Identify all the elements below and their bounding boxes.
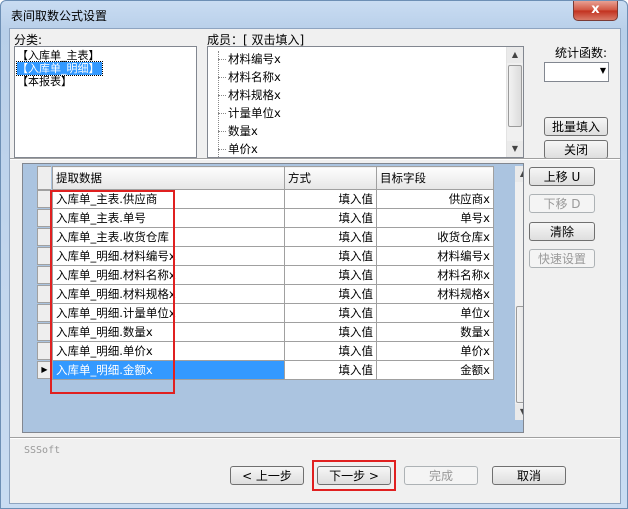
cell-mode[interactable]: 填入值 xyxy=(284,284,377,304)
batch-fill-button[interactable]: 批量填入 xyxy=(544,117,608,136)
cell-target[interactable]: 单位x xyxy=(376,303,494,323)
title-bar[interactable]: 表间取数公式设置 x xyxy=(1,1,627,27)
member-item[interactable]: 材料编号x xyxy=(228,50,281,68)
cell-mode[interactable]: 填入值 xyxy=(284,360,377,380)
category-list[interactable]: 【入库单_主表】 【入库单_明细】 【本报表】 xyxy=(14,46,197,158)
cell-mode[interactable]: 填入值 xyxy=(284,246,377,266)
cell-target[interactable]: 单价x xyxy=(376,341,494,361)
close-button[interactable]: 关闭 xyxy=(544,140,608,159)
grid-scrollbar[interactable]: ▲ ▼ xyxy=(515,166,523,420)
brand-label: SSSoft xyxy=(24,445,61,456)
scroll-down-icon[interactable]: ▼ xyxy=(507,141,523,157)
members-tree[interactable]: 材料编号x 材料名称x 材料规格x 计量单位x 数量x 单价x ▲ ▼ xyxy=(207,46,524,158)
cell-target[interactable]: 单号x xyxy=(376,208,494,228)
move-down-button[interactable]: 下移 D xyxy=(529,194,595,213)
grid-header-row: 提取数据 方式 目标字段 xyxy=(52,166,494,190)
members-scrollbar[interactable]: ▲ ▼ xyxy=(506,47,523,157)
category-item[interactable]: 【本报表】 xyxy=(17,75,72,88)
highlight-box-next-button xyxy=(312,460,396,491)
window-title: 表间取数公式设置 xyxy=(11,9,108,23)
category-item[interactable]: 【入库单_主表】 xyxy=(17,49,100,62)
dialog-window: 表间取数公式设置 x 分类: 【入库单_主表】 【入库单_明细】 【本报表】 成… xyxy=(0,0,628,509)
column-header-data[interactable]: 提取数据 xyxy=(52,166,285,190)
cell-target[interactable]: 供应商x xyxy=(376,189,494,209)
member-item[interactable]: 单价x xyxy=(228,140,258,157)
cell-mode[interactable]: 填入值 xyxy=(284,227,377,247)
cell-target[interactable]: 收货仓库x xyxy=(376,227,494,247)
cell-mode[interactable]: 填入值 xyxy=(284,303,377,323)
stat-function-label: 统计函数: xyxy=(555,46,608,60)
cell-mode[interactable]: 填入值 xyxy=(284,265,377,285)
category-item-selected[interactable]: 【入库单_明细】 xyxy=(16,61,103,76)
member-item[interactable]: 数量x xyxy=(228,122,258,140)
finish-button[interactable]: 完成 xyxy=(404,466,478,485)
scroll-up-icon[interactable]: ▲ xyxy=(507,47,523,63)
cell-target[interactable]: 金额x xyxy=(376,360,494,380)
member-item[interactable]: 计量单位x xyxy=(228,104,281,122)
member-item[interactable]: 材料规格x xyxy=(228,86,281,104)
cancel-button[interactable]: 取消 xyxy=(492,466,566,485)
clear-button[interactable]: 清除 xyxy=(529,222,595,241)
cell-mode[interactable]: 填入值 xyxy=(284,208,377,228)
move-up-button[interactable]: 上移 U xyxy=(529,167,595,186)
cell-target[interactable]: 材料名称x xyxy=(376,265,494,285)
stat-function-select[interactable]: ▼ xyxy=(544,62,609,82)
dialog-client: 分类: 【入库单_主表】 【入库单_明细】 【本报表】 成员：[ 双击填入] 材… xyxy=(9,28,621,504)
column-header-mode[interactable]: 方式 xyxy=(284,166,377,190)
scroll-down-icon[interactable]: ▼ xyxy=(515,404,523,420)
close-window-button[interactable]: x xyxy=(573,1,618,21)
column-header-target[interactable]: 目标字段 xyxy=(376,166,494,190)
cell-target[interactable]: 材料编号x xyxy=(376,246,494,266)
cell-target[interactable]: 材料规格x xyxy=(376,284,494,304)
scroll-up-icon[interactable]: ▲ xyxy=(515,166,523,182)
cell-mode[interactable]: 填入值 xyxy=(284,341,377,361)
section-divider xyxy=(10,158,620,160)
current-row-indicator-icon: ▶ xyxy=(37,361,51,379)
cell-mode[interactable]: 填入值 xyxy=(284,322,377,342)
scroll-thumb[interactable] xyxy=(516,306,523,403)
chevron-down-icon[interactable]: ▼ xyxy=(600,66,606,75)
member-item[interactable]: 材料名称x xyxy=(228,68,281,86)
cell-target[interactable]: 数量x xyxy=(376,322,494,342)
tree-connector xyxy=(218,51,220,157)
quick-settings-button[interactable]: 快速设置 xyxy=(529,249,595,268)
highlight-box-data-column xyxy=(50,190,175,394)
cell-mode[interactable]: 填入值 xyxy=(284,189,377,209)
footer-divider xyxy=(10,437,620,439)
scroll-thumb[interactable] xyxy=(508,65,522,127)
prev-step-button[interactable]: < 上一步 xyxy=(230,466,304,485)
